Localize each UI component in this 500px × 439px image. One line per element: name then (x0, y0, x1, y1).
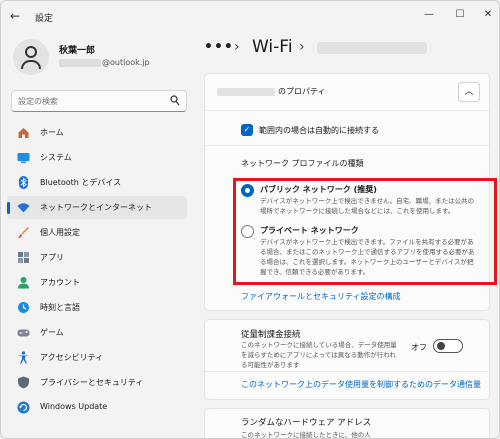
metered-toggle[interactable] (433, 339, 463, 353)
sidebar-item-apps[interactable]: アプリ (7, 246, 187, 269)
sidebar-item-personalization[interactable]: 個人用設定 (7, 221, 187, 244)
search-icon[interactable] (170, 95, 180, 107)
sidebar-item-label: アクセシビリティ (40, 353, 104, 362)
metered-connection-card: 従量制課金接続 このネットワークに接続している場合、データ使用量を減らすためにア… (204, 319, 490, 400)
sidebar-item-label: アプリ (40, 253, 64, 262)
sidebar-item-label: ネットワークとインターネット (40, 203, 152, 212)
globe-clock-icon (18, 302, 29, 313)
sidebar-item-label: アカウント (40, 278, 80, 287)
divider (205, 145, 489, 146)
divider (205, 110, 489, 111)
profile-type-title: ネットワーク プロファイルの種類 (241, 159, 364, 168)
settings-window: ← 設定 — ☐ ✕ 秋葉一郎 @outlook.jp ホーム (0, 0, 500, 439)
divider (205, 371, 489, 372)
redacted-network-name (317, 42, 427, 54)
firewall-settings-link[interactable]: ファイアウォールとセキュリティ設定の構成 (241, 291, 401, 302)
sidebar-item-time-language[interactable]: 時刻と言語 (7, 296, 187, 319)
avatar-icon (13, 39, 49, 75)
metered-toggle-label: オフ (411, 343, 427, 352)
update-icon (17, 401, 30, 414)
back-arrow-icon[interactable]: ← (7, 9, 23, 23)
metered-title: 従量制課金接続 (241, 330, 301, 340)
chevron-right-icon: › (234, 39, 240, 55)
sidebar-item-label: プライバシーとセキュリティ (40, 378, 144, 387)
redacted-network-name (217, 87, 275, 96)
wifi-icon (17, 203, 30, 213)
title-bar: ← 設定 — ☐ ✕ (1, 1, 499, 31)
collapse-button[interactable]: ︿ (458, 82, 480, 102)
auto-connect-checkbox[interactable]: ✓ (241, 124, 253, 136)
sidebar-item-system[interactable]: システム (7, 146, 187, 169)
maximize-button[interactable]: ☐ (450, 7, 470, 23)
sidebar-item-home[interactable]: ホーム (7, 121, 187, 144)
sidebar-item-label: システム (40, 153, 72, 162)
home-icon (18, 128, 29, 138)
data-limit-link[interactable]: このネットワーク上のデータ使用量を制御するためのデータ通信量 (241, 379, 481, 390)
brush-icon (18, 227, 29, 239)
chevron-up-icon: ︿ (464, 87, 474, 97)
random-hw-title: ランダムなハードウェア アドレス (241, 418, 372, 428)
gamepad-icon (17, 329, 30, 337)
random-hw-description: このネットワークに接続したときに、他の人 (241, 431, 371, 439)
search-input[interactable] (18, 94, 168, 108)
sidebar-item-label: 時刻と言語 (40, 303, 80, 312)
sidebar-item-label: ホーム (40, 128, 64, 137)
sidebar-item-label: Bluetooth とデバイス (40, 178, 122, 187)
auto-connect-label: 範囲内の場合は自動的に接続する (259, 126, 379, 135)
random-hardware-address-card: ランダムなハードウェア アドレス このネットワークに接続したときに、他の人 (204, 408, 490, 439)
sidebar-item-network[interactable]: ネットワークとインターネット (7, 196, 187, 219)
apps-icon (18, 252, 29, 263)
selected-indicator (7, 202, 10, 214)
properties-header: のプロパティ (217, 86, 326, 97)
highlight-box (233, 178, 497, 285)
breadcrumb-wifi[interactable]: Wi-Fi (252, 37, 293, 57)
redacted-email-blur (59, 58, 101, 67)
sidebar-nav: ホーム システム Bluetooth とデバイス ネットワークとインターネット (7, 121, 187, 421)
chevron-right-icon: › (299, 39, 305, 55)
sidebar-item-windows-update[interactable]: Windows Update (7, 396, 187, 419)
user-name: 秋葉一郎 (59, 46, 96, 56)
sidebar-item-privacy[interactable]: プライバシーとセキュリティ (7, 371, 187, 394)
account-icon (18, 277, 29, 289)
toggle-knob (437, 342, 445, 350)
sidebar-item-accessibility[interactable]: アクセシビリティ (7, 346, 187, 369)
sidebar-item-label: Windows Update (40, 402, 108, 411)
close-button[interactable]: ✕ (478, 7, 498, 23)
bluetooth-icon (19, 176, 28, 189)
metered-description: このネットワークに接続している場合、データ使用量を減らすためにアプリによっては異… (241, 341, 397, 369)
sidebar-item-label: 個人用設定 (40, 228, 80, 237)
accessibility-icon (18, 351, 29, 364)
minimize-button[interactable]: — (419, 7, 439, 23)
system-icon (17, 153, 30, 163)
sidebar-item-label: ゲーム (40, 328, 64, 337)
sidebar-item-gaming[interactable]: ゲーム (7, 321, 187, 344)
user-email: @outlook.jp (59, 58, 150, 67)
breadcrumb-overflow-button[interactable]: ••• (204, 39, 234, 55)
settings-search-box[interactable] (11, 90, 187, 112)
shield-icon (18, 376, 29, 389)
sidebar-item-accounts[interactable]: アカウント (7, 271, 187, 294)
sidebar-item-bluetooth[interactable]: Bluetooth とデバイス (7, 171, 187, 194)
app-title: 設定 (35, 14, 54, 24)
